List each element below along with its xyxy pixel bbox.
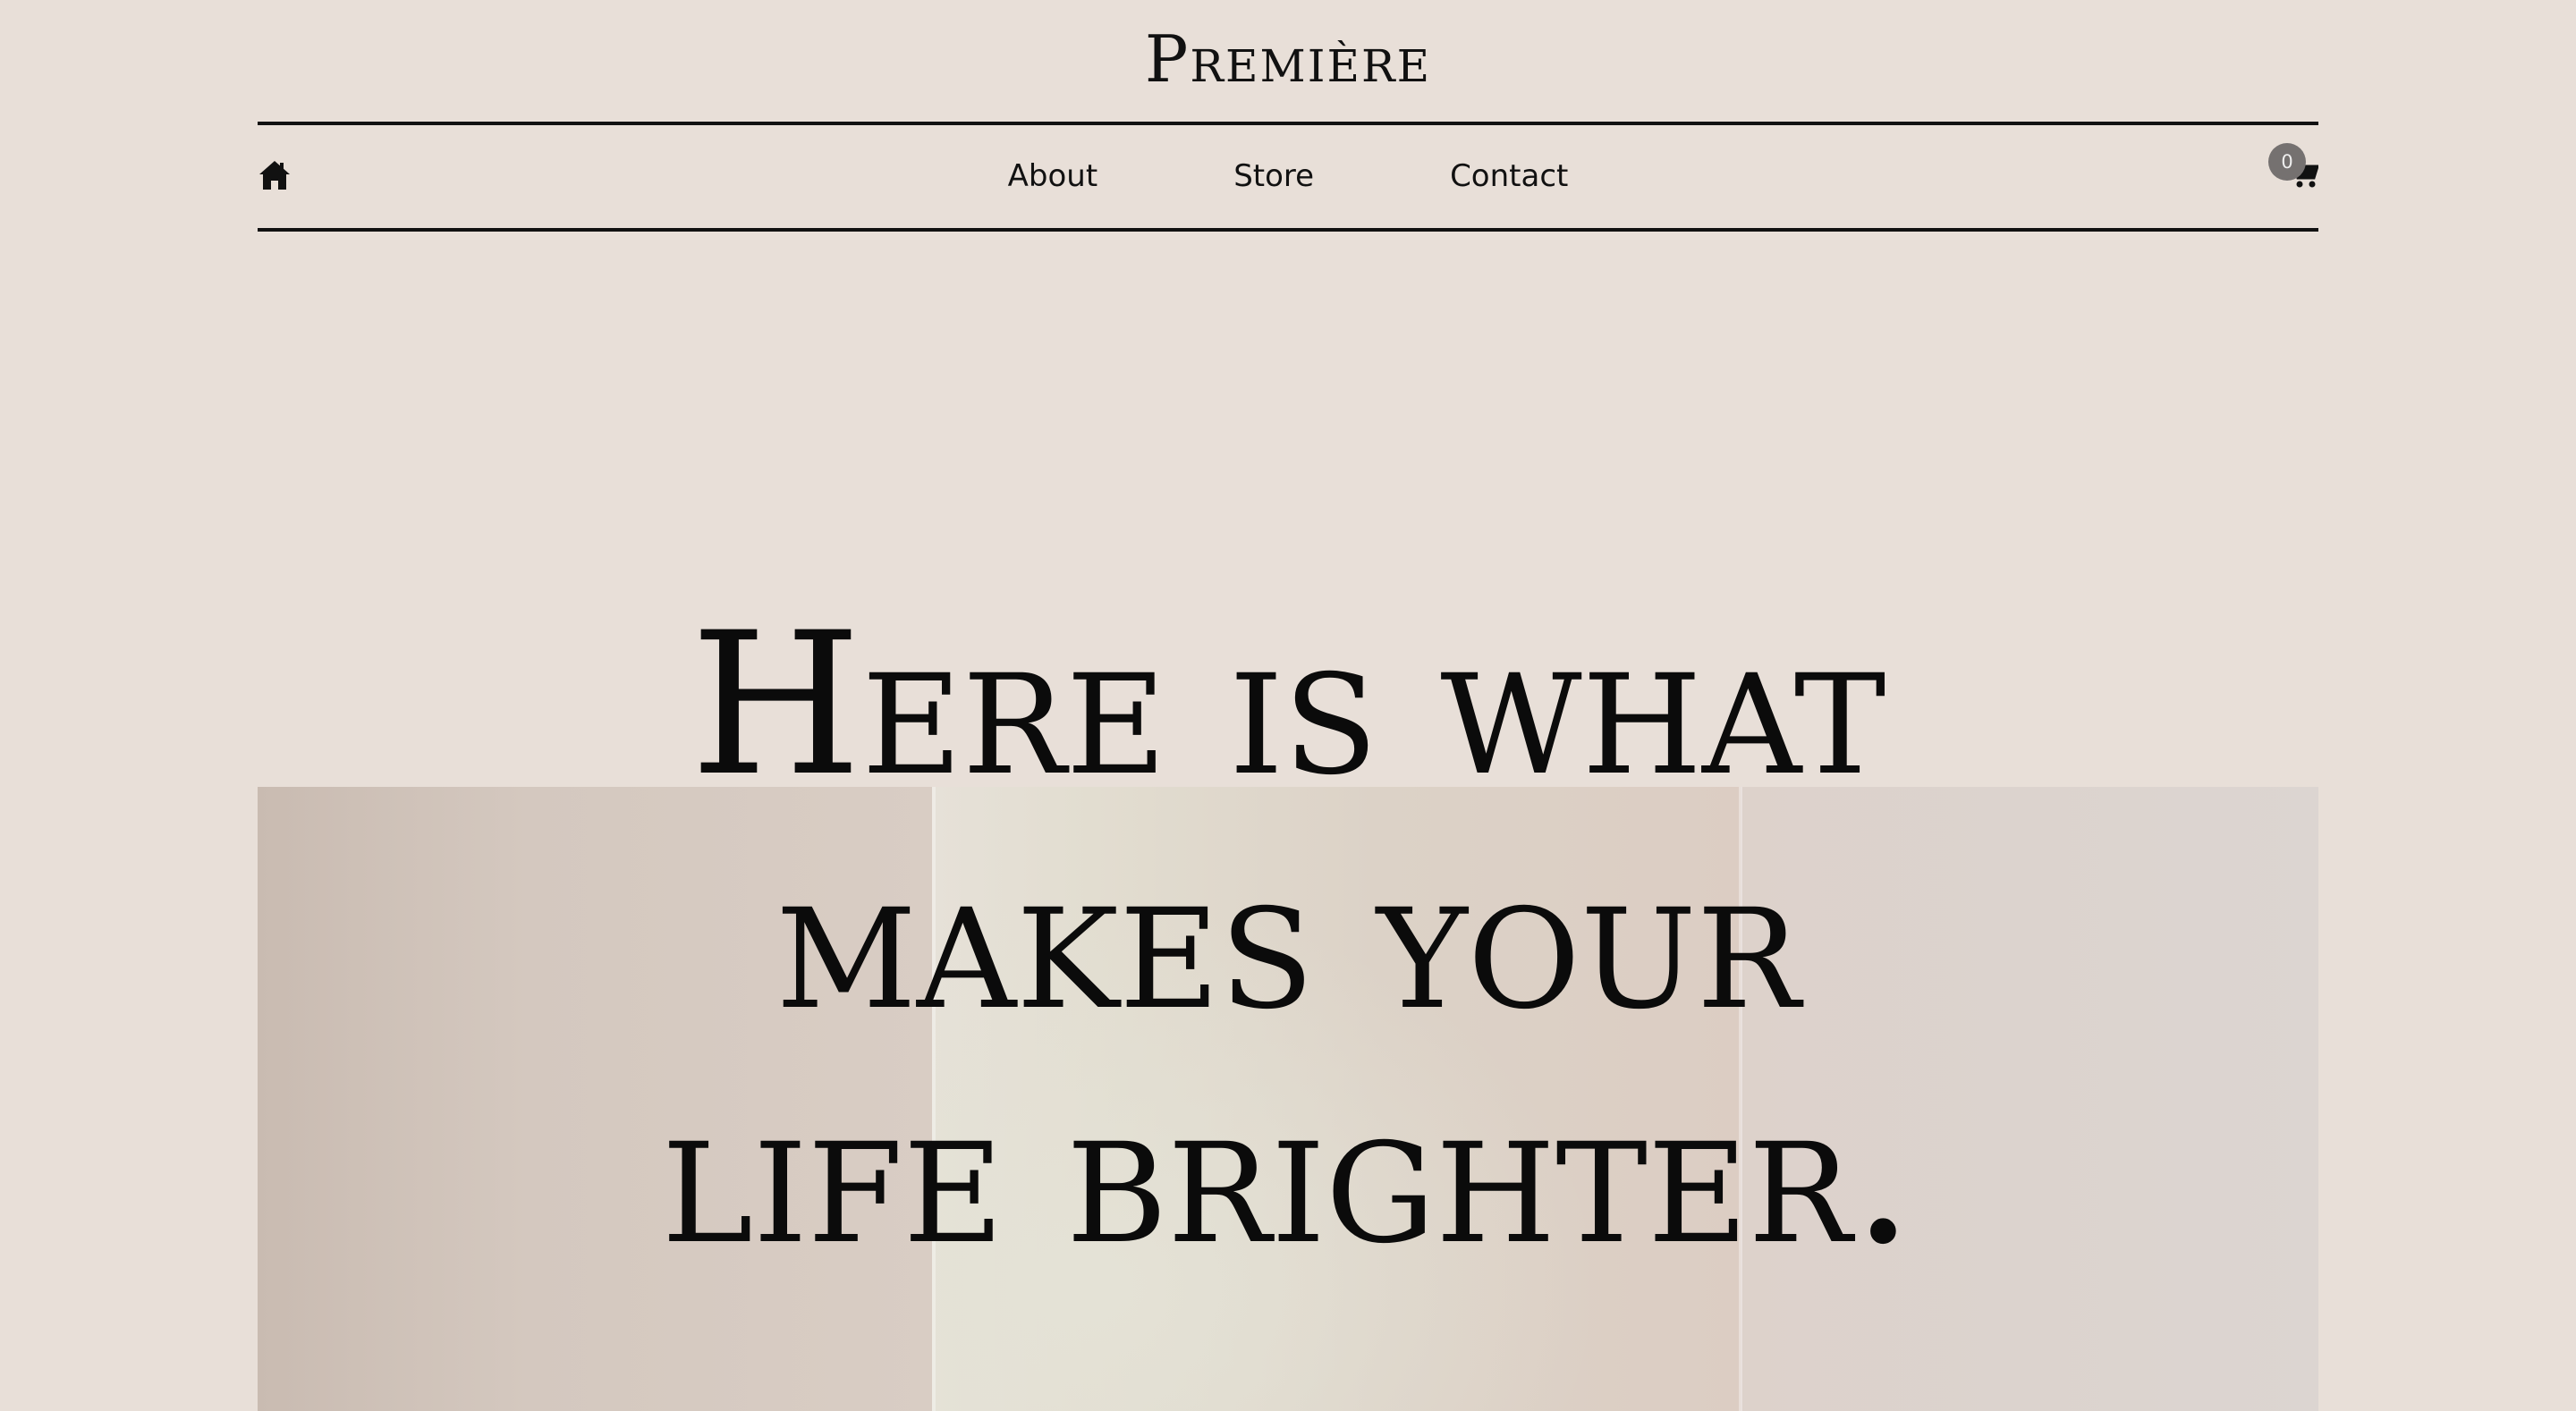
- brand-logo[interactable]: Première: [0, 21, 2576, 97]
- nav-links: About Store Contact: [258, 125, 2318, 228]
- nav-link-store[interactable]: Store: [1165, 125, 1382, 228]
- nav-link-contact[interactable]: Contact: [1382, 125, 1636, 228]
- header-bottom-divider: [258, 228, 2318, 232]
- hero-headline-line: Here is what: [690, 590, 1886, 820]
- hero-headline-line: makes your: [775, 824, 1801, 1054]
- hero-headline: Here is what makes your life brighter.: [0, 587, 2576, 1290]
- cart-count-badge: 0: [2268, 143, 2306, 181]
- nav-link-about[interactable]: About: [940, 125, 1166, 228]
- hero-headline-line: life brighter.: [661, 1059, 1915, 1288]
- main-navigation: About Store Contact 0: [258, 125, 2318, 228]
